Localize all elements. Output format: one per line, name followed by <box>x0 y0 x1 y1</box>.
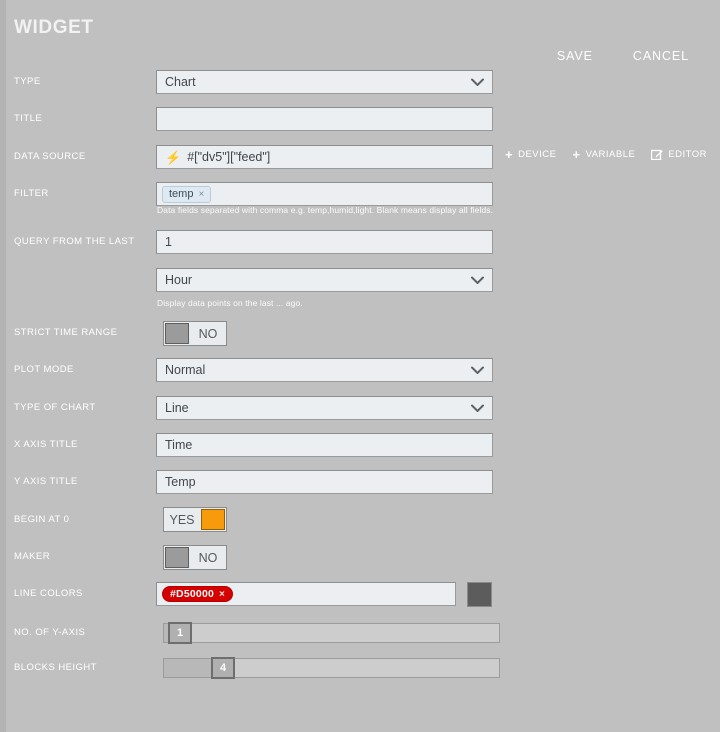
no-of-y-axis-value: 1 <box>176 627 184 639</box>
begin-at-0-toggle[interactable]: YES <box>163 507 227 532</box>
query-helper-text: Display data points on the last ... ago. <box>157 298 303 308</box>
maker-toggle[interactable]: NO <box>163 545 227 570</box>
blocks-height-slider[interactable]: 4 <box>163 657 500 679</box>
query-unit-select[interactable]: Hour <box>156 268 493 292</box>
plus-icon: + <box>505 147 514 162</box>
data-source-actions: + DEVICE + VARIABLE EDITOR <box>505 147 707 162</box>
cancel-button[interactable]: CANCEL <box>633 49 689 63</box>
y-axis-title-input[interactable]: Temp <box>156 470 493 494</box>
chevron-down-icon <box>471 404 484 412</box>
query-unit-value: Hour <box>165 273 193 287</box>
label-maker: MAKER <box>14 551 51 562</box>
data-source-value: #["dv5"]["feed"] <box>187 150 271 164</box>
filter-chip-label: temp <box>169 188 194 200</box>
color-swatch-button[interactable] <box>467 582 492 607</box>
label-type: TYPE <box>14 76 41 87</box>
type-of-chart-value: Line <box>165 401 189 415</box>
filter-chip[interactable]: temp × <box>162 185 212 203</box>
filter-helper-text: Data fields separated with comma e.g. te… <box>157 205 494 215</box>
label-begin-at-0: BEGIN AT 0 <box>14 514 70 525</box>
label-strict-time-range: STRICT TIME RANGE <box>14 327 118 338</box>
line-color-chip-label: #D50000 <box>170 588 215 600</box>
x-axis-title-input[interactable]: Time <box>156 433 493 457</box>
label-query-from-the-last: QUERY FROM THE LAST <box>14 236 135 247</box>
remove-chip-icon[interactable]: × <box>219 589 225 600</box>
add-device-label: DEVICE <box>518 149 557 160</box>
label-data-source: DATA SOURCE <box>14 151 86 162</box>
slider-handle[interactable]: 1 <box>168 622 192 644</box>
toggle-knob <box>201 509 225 530</box>
label-type-of-chart: TYPE OF CHART <box>14 402 96 413</box>
editor-label: EDITOR <box>668 149 708 160</box>
chevron-down-icon <box>471 366 484 374</box>
label-filter: FILTER <box>14 188 49 199</box>
header-actions: SAVE CANCEL <box>557 49 689 63</box>
chevron-down-icon <box>471 78 484 86</box>
line-colors-input[interactable]: #D50000 × <box>156 582 456 606</box>
begin-at-0-value: YES <box>169 512 195 527</box>
query-amount-value: 1 <box>165 235 172 249</box>
plot-mode-select[interactable]: Normal <box>156 358 493 382</box>
type-of-chart-select[interactable]: Line <box>156 396 493 420</box>
remove-chip-icon[interactable]: × <box>198 189 204 200</box>
data-source-input[interactable]: ⚡ #["dv5"]["feed"] <box>156 145 493 169</box>
line-color-chip[interactable]: #D50000 × <box>162 586 234 602</box>
toggle-knob <box>165 323 189 344</box>
no-of-y-axis-slider[interactable]: 1 <box>163 622 500 644</box>
label-line-colors: LINE COLORS <box>14 588 83 599</box>
widget-settings-screen: WIDGET SAVE CANCEL TYPE Chart TITLE DATA… <box>0 0 720 732</box>
filter-input[interactable]: temp × <box>156 182 493 206</box>
type-select[interactable]: Chart <box>156 70 493 94</box>
toggle-knob <box>165 547 189 568</box>
y-axis-title-value: Temp <box>165 475 196 489</box>
label-title: TITLE <box>14 113 43 124</box>
x-axis-title-value: Time <box>165 438 193 452</box>
page-title: WIDGET <box>14 17 94 38</box>
lightning-bolt-icon: ⚡ <box>165 149 182 165</box>
add-variable-button[interactable]: + VARIABLE <box>572 147 636 162</box>
type-select-value: Chart <box>165 75 196 89</box>
query-amount-input[interactable]: 1 <box>156 230 493 254</box>
label-x-axis-title: X AXIS TITLE <box>14 439 78 450</box>
plus-icon: + <box>572 147 581 162</box>
add-device-button[interactable]: + DEVICE <box>505 147 557 162</box>
slider-fill <box>164 659 216 677</box>
label-no-of-y-axis: NO. OF Y-AXIS <box>14 627 86 638</box>
add-variable-label: VARIABLE <box>585 149 636 160</box>
slider-handle[interactable]: 4 <box>211 657 235 679</box>
plot-mode-value: Normal <box>165 363 206 377</box>
strict-time-range-toggle[interactable]: NO <box>163 321 227 346</box>
edit-square-icon <box>651 149 663 160</box>
maker-value: NO <box>198 550 218 565</box>
editor-button[interactable]: EDITOR <box>651 149 707 160</box>
chevron-down-icon <box>471 276 484 284</box>
label-plot-mode: PLOT MODE <box>14 364 74 375</box>
title-input[interactable] <box>156 107 493 131</box>
widget-settings-panel: WIDGET SAVE CANCEL TYPE Chart TITLE DATA… <box>6 0 711 718</box>
save-button[interactable]: SAVE <box>557 49 593 63</box>
label-blocks-height: BLOCKS HEIGHT <box>14 662 97 673</box>
blocks-height-value: 4 <box>219 662 227 674</box>
strict-time-range-value: NO <box>198 326 218 341</box>
label-y-axis-title: Y AXIS TITLE <box>14 476 78 487</box>
